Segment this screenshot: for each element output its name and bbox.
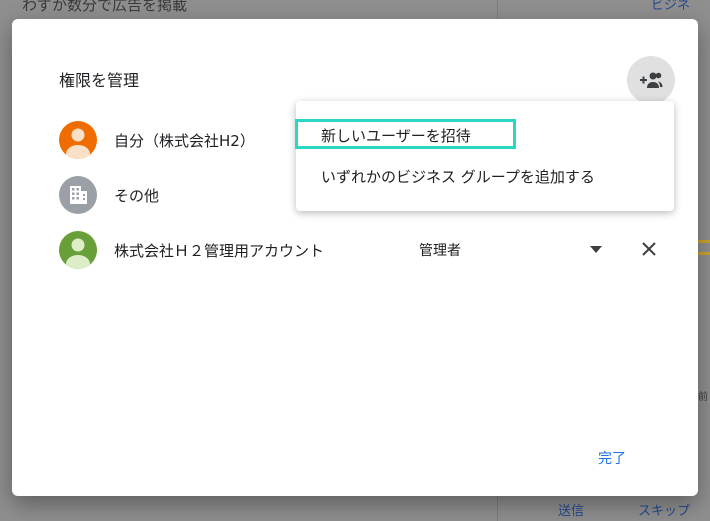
- add-people-icon: [640, 72, 663, 88]
- background-accent-line: [698, 240, 710, 243]
- user-name-other: その他: [114, 186, 160, 205]
- user-name-self: 自分（株式会社H2）: [114, 131, 255, 150]
- remove-user-button[interactable]: [637, 237, 661, 261]
- user-name-admin: 株式会社Ｈ２管理用アカウント: [114, 241, 325, 260]
- background-heading: わずか数分で広告を掲載: [22, 0, 188, 14]
- building-icon: [70, 186, 87, 204]
- add-user-menu: 新しいユーザーを招待 いずれかのビジネス グループを追加する: [296, 101, 674, 211]
- background-side-text: 前: [698, 392, 708, 403]
- done-button[interactable]: 完了: [598, 448, 626, 468]
- user-row-admin: 株式会社Ｈ２管理用アカウント: [59, 231, 324, 269]
- caret-down-icon: [590, 245, 602, 253]
- user-row-other: その他: [59, 176, 159, 214]
- role-select[interactable]: 管理者: [419, 240, 461, 260]
- avatar: [59, 121, 97, 159]
- dialog-title: 権限を管理: [59, 71, 140, 90]
- avatar: [59, 231, 97, 269]
- avatar: [59, 176, 97, 214]
- user-row-self: 自分（株式会社H2）: [59, 121, 255, 159]
- person-icon: [66, 238, 90, 269]
- person-icon: [66, 128, 90, 159]
- menu-item-add-business-group[interactable]: いずれかのビジネス グループを追加する: [321, 166, 595, 187]
- menu-item-invite-user[interactable]: 新しいユーザーを招待: [321, 125, 471, 146]
- background-link: ビジネ: [650, 0, 690, 13]
- background-send-link: 送信: [558, 504, 585, 519]
- close-icon: [642, 242, 656, 256]
- add-user-button[interactable]: [627, 56, 675, 104]
- manage-permissions-dialog: 権限を管理 自分（株式会社H2） その他 株式会社Ｈ２管理用アカウント 管理者 …: [12, 19, 698, 496]
- background-accent-line: [698, 252, 710, 255]
- role-dropdown-button[interactable]: [586, 241, 606, 257]
- background-skip-link: スキップ: [638, 504, 691, 519]
